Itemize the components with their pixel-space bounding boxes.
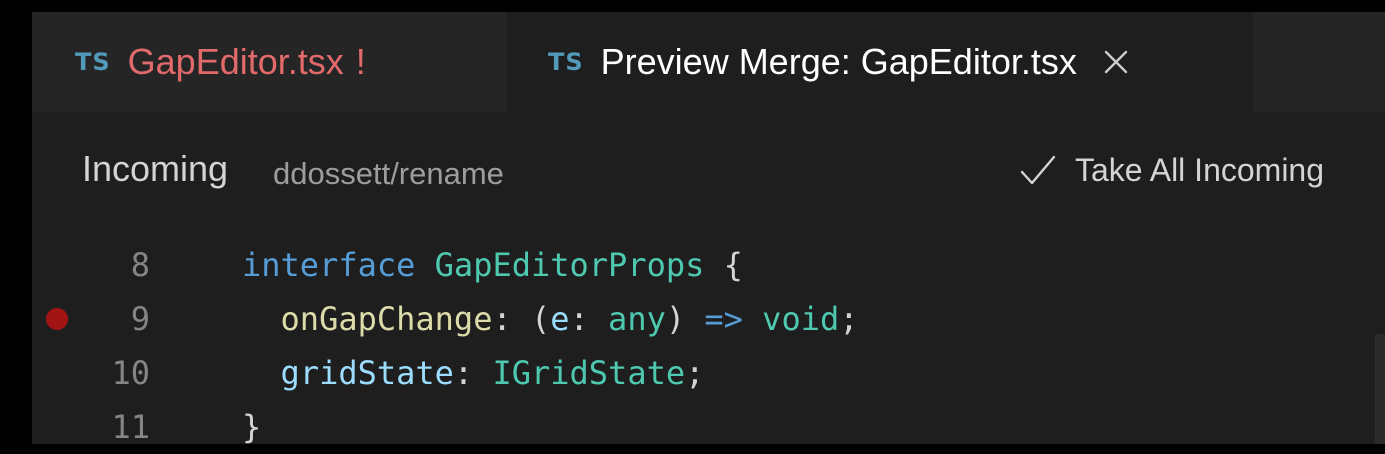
punct-token: : xyxy=(453,354,493,392)
tab-label: Preview Merge: GapEditor.tsx xyxy=(600,41,1077,82)
property-token: gridState xyxy=(280,354,454,392)
line-number: 9 xyxy=(130,300,150,338)
code-line: 9 onGapChange: (e: any) => void; xyxy=(32,292,1385,346)
code-text: } xyxy=(242,400,261,454)
punct-token: : xyxy=(569,300,609,338)
typescript-file-icon: TS xyxy=(548,48,584,76)
tab-label: GapEditor.tsx xyxy=(127,41,344,82)
punct-token: : ( xyxy=(492,300,551,338)
punct-token xyxy=(415,246,434,284)
line-number: 11 xyxy=(111,408,150,446)
tab-strip-empty-area xyxy=(1253,12,1385,112)
tab-preview-merge[interactable]: TS Preview Merge: GapEditor.tsx xyxy=(506,12,1253,112)
type-token: GapEditorProps xyxy=(434,246,705,284)
code-editor[interactable]: 8 interface GapEditorProps { 9 onGapChan… xyxy=(32,230,1385,446)
code-line: 8 interface GapEditorProps { xyxy=(32,238,1385,292)
punct-token xyxy=(242,354,281,392)
type-token: void xyxy=(762,300,840,338)
function-token: onGapChange xyxy=(280,300,493,338)
check-icon xyxy=(1018,150,1058,190)
typescript-file-icon: TS xyxy=(75,48,111,76)
close-icon[interactable] xyxy=(1101,47,1131,77)
keyword-token: interface xyxy=(242,246,416,284)
code-line: 10 gridState: IGridState; xyxy=(32,346,1385,400)
tab-gap-editor[interactable]: TS GapEditor.tsx ! xyxy=(32,12,506,112)
punct-token: ; xyxy=(839,300,859,338)
line-number: 10 xyxy=(111,354,150,392)
punct-token: ; xyxy=(685,354,705,392)
type-token: IGridState xyxy=(492,354,686,392)
code-text: interface GapEditorProps { xyxy=(242,238,743,292)
vertical-scrollbar[interactable] xyxy=(1375,334,1385,444)
punct-token: ) xyxy=(665,300,705,338)
punct-token xyxy=(242,300,281,338)
type-token: any xyxy=(608,300,666,338)
merge-header: Incoming ddossett/rename Take All Incomi… xyxy=(32,112,1385,230)
merge-branch-name: ddossett/rename xyxy=(273,156,504,191)
punct-token xyxy=(743,300,762,338)
error-indicator: ! xyxy=(355,41,366,82)
take-all-incoming-label: Take All Incoming xyxy=(1075,151,1325,188)
merge-side-title: Incoming xyxy=(82,148,229,189)
punct-token: } xyxy=(242,408,262,446)
take-all-incoming-button[interactable]: Take All Incoming xyxy=(1018,146,1324,194)
code-line: 11 } xyxy=(32,400,1385,454)
code-text: gridState: IGridState; xyxy=(242,346,705,400)
tab-strip: TS GapEditor.tsx ! TS Preview Merge: Gap… xyxy=(32,12,1385,112)
arrow-token: => xyxy=(704,300,743,338)
code-text: onGapChange: (e: any) => void; xyxy=(242,292,859,346)
editor-window: TS GapEditor.tsx ! TS Preview Merge: Gap… xyxy=(32,12,1385,446)
line-number: 8 xyxy=(130,246,150,284)
param-token: e xyxy=(550,300,570,338)
punct-token: { xyxy=(704,246,743,284)
